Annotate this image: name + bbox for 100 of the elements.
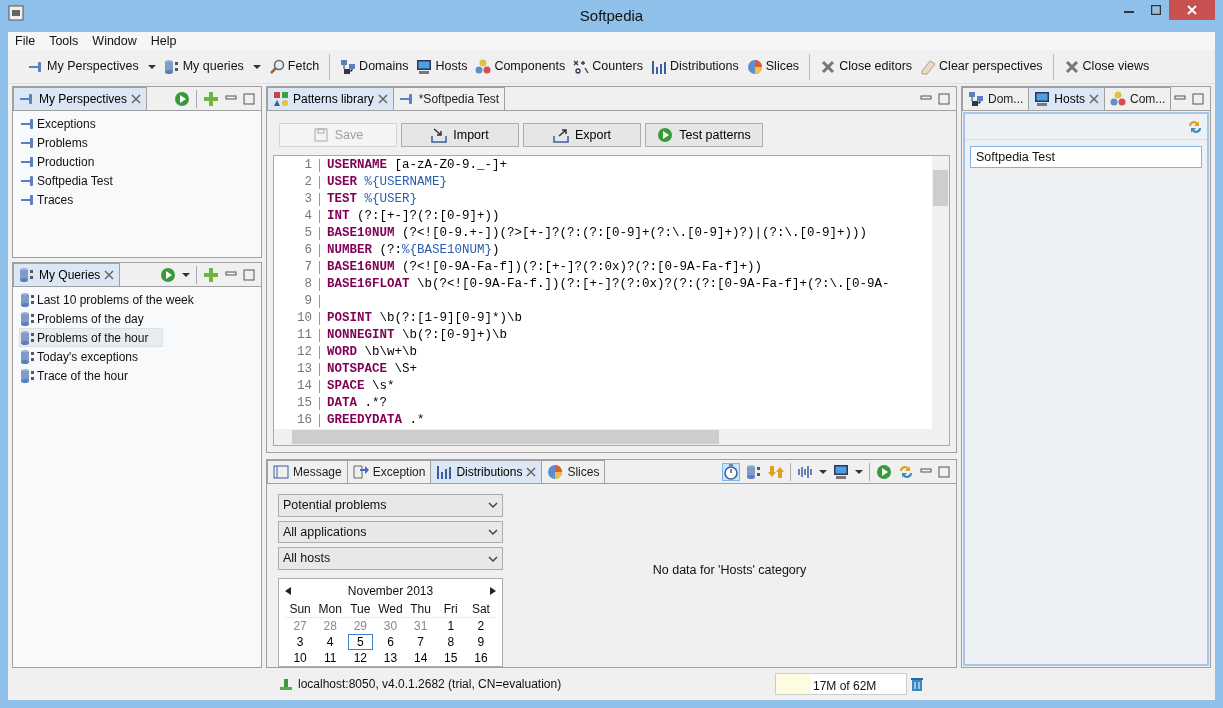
list-item[interactable]: Exceptions [19, 114, 111, 133]
calendar-day[interactable]: 28 [314, 618, 346, 634]
run-icon [174, 90, 190, 107]
list-item[interactable]: Softpedia Test [19, 171, 128, 190]
dropdown[interactable]: All hosts [278, 547, 503, 570]
calendar-day[interactable]: 14 [404, 650, 437, 666]
weekday-label: Thu [409, 601, 432, 618]
code-line: TEST %{USER} [327, 191, 418, 209]
circles-icon [1110, 91, 1127, 107]
toolbar-button[interactable]: Slices [744, 54, 802, 79]
list-item[interactable]: Problems [19, 133, 103, 152]
tab[interactable]: Slices [541, 460, 606, 483]
menu-item[interactable]: File [8, 31, 43, 51]
toolbar-button[interactable]: Close views [1061, 54, 1152, 79]
weekday-label: Sat [470, 601, 491, 618]
line-number: 12 [296, 344, 312, 362]
dropdown[interactable]: Potential problems [278, 494, 503, 517]
toolbar-button[interactable]: Export [523, 123, 641, 147]
tab[interactable]: My Queries [13, 263, 121, 286]
tab[interactable]: Dom... [962, 87, 1030, 110]
calendar-day[interactable]: 30 [374, 618, 407, 634]
calendar-day[interactable]: 13 [374, 650, 407, 666]
close-icon [1063, 58, 1080, 75]
host-name-field[interactable]: Softpedia Test [970, 146, 1202, 168]
calendar-day[interactable]: 12 [344, 650, 377, 666]
list-item[interactable]: Last 10 problems of the week [19, 290, 209, 309]
toolbar-button[interactable]: Fetch [266, 54, 322, 79]
monitor-icon [1034, 91, 1051, 107]
tab[interactable]: Hosts [1028, 87, 1106, 110]
line-number: 3 [303, 191, 312, 209]
tab[interactable]: *Softpedia Test [392, 87, 506, 110]
calendar-day[interactable]: 7 [408, 634, 433, 650]
tab[interactable]: Distributions [430, 460, 543, 483]
calendar-day[interactable]: 1 [438, 618, 464, 634]
toolbar-button[interactable]: Counters [571, 54, 645, 79]
toolbar-button[interactable]: Import [401, 123, 519, 147]
calendar-day[interactable]: 8 [438, 634, 464, 650]
close-icon [377, 94, 388, 104]
line-number: 14 [296, 378, 312, 396]
toolbar-button[interactable]: My Perspectives [26, 54, 158, 79]
toolbar-button[interactable]: Clear perspectives [918, 54, 1045, 79]
weekday-label: Wed [377, 601, 404, 618]
menu-item[interactable]: Tools [42, 31, 86, 51]
list-item[interactable]: Traces [19, 190, 89, 209]
calendar-day[interactable]: 9 [468, 634, 494, 650]
list-item[interactable]: Production [19, 152, 110, 171]
maximize-icon [243, 92, 255, 105]
close-button[interactable] [1169, 0, 1215, 20]
toolbar-button[interactable]: Distributions [649, 54, 741, 79]
caret-icon [147, 62, 156, 71]
list-item[interactable]: Today's exceptions [19, 347, 153, 366]
tab[interactable]: Patterns library [267, 87, 394, 110]
vertical-scrollbar[interactable] [932, 156, 949, 429]
toolbar-button[interactable]: Test patterns [645, 123, 763, 147]
calendar-day[interactable]: 2 [468, 618, 494, 634]
caret-icon [855, 467, 863, 476]
plug-icon [278, 676, 294, 692]
calendar-day[interactable]: 27 [284, 618, 316, 634]
menu-item[interactable]: Help [143, 31, 184, 51]
trash-icon [909, 676, 925, 692]
database-icon [746, 463, 762, 480]
code-line: USER %{USERNAME} [327, 174, 448, 192]
calendar[interactable]: November 2013 Sun Mon Tue Wed Thu Fri Sat 27 28 29 30 31 1 2 3 4 5 6 7 8 9 10 11 12 13 14 15 16 [278, 578, 503, 667]
server-status: localhost:8050, v4.0.1.2682 (trial, CN=evaluation) [298, 676, 562, 693]
calendar-day[interactable]: 5 [348, 634, 373, 650]
calendar-day[interactable]: 4 [317, 634, 343, 650]
next-month-icon[interactable] [490, 587, 496, 595]
code-line: GREEDYDATA .* [327, 412, 425, 429]
toolbar-button[interactable]: Close editors [818, 54, 915, 79]
calendar-day[interactable]: 15 [435, 650, 467, 666]
horizontal-scrollbar[interactable] [274, 429, 949, 445]
toolbar-button[interactable]: Hosts [414, 54, 470, 79]
toolbar-button[interactable]: My queries [161, 54, 263, 79]
tab[interactable]: My Perspectives [13, 87, 148, 110]
calendar-day[interactable]: 31 [404, 618, 437, 634]
line-number: 6 [303, 242, 312, 260]
calendar-day[interactable]: 29 [344, 618, 377, 634]
calendar-day[interactable]: 11 [315, 650, 346, 666]
list-item[interactable]: Trace of the hour [19, 366, 143, 385]
calendar-day[interactable]: 6 [378, 634, 403, 650]
menu-item[interactable]: Window [85, 31, 144, 51]
list-item[interactable]: Problems of the day [19, 309, 159, 328]
tab[interactable]: Com... [1104, 87, 1172, 110]
arrows-icon [768, 463, 784, 480]
calendar-day[interactable]: 16 [465, 650, 497, 666]
plus-icon [203, 90, 219, 107]
search-icon [268, 58, 285, 75]
toolbar-button[interactable]: Domains [338, 54, 411, 79]
previous-month-icon[interactable] [285, 587, 291, 595]
tab[interactable]: Message [267, 460, 348, 483]
code-line: BASE16NUM (?<![0-9A-Fa-f])(?:[+-]?(?:0x)?(?:[0-9A-Fa-f]+)) [327, 259, 763, 277]
calendar-day[interactable]: 3 [287, 634, 313, 650]
database-icon [20, 310, 36, 327]
dropdown[interactable]: All applications [278, 520, 503, 544]
code-editor[interactable] [273, 155, 950, 446]
sync-icon [898, 463, 914, 480]
list-item[interactable]: Problems of the hour [19, 328, 164, 347]
empty-message: No data for 'Hosts' category [652, 562, 807, 580]
toolbar-button[interactable]: Components [473, 54, 568, 79]
calendar-day[interactable]: 10 [284, 650, 316, 666]
